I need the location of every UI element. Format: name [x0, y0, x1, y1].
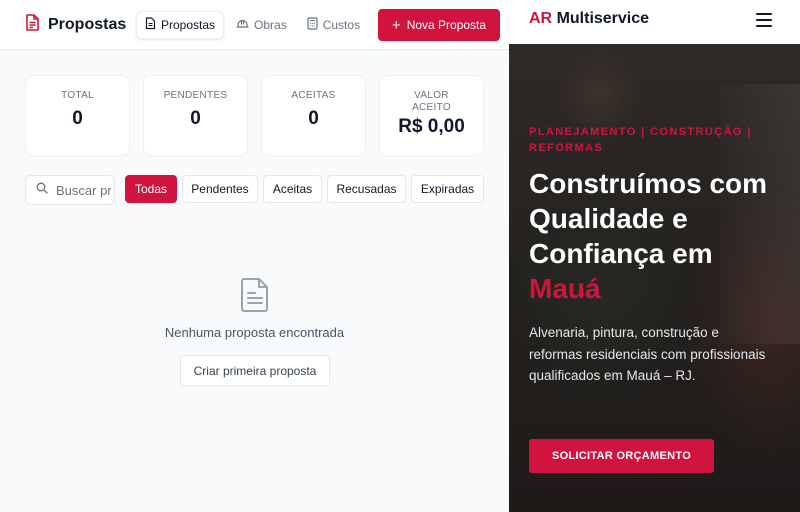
app-brand: Propostas	[25, 14, 126, 36]
menu-icon[interactable]	[756, 13, 772, 27]
empty-document-icon	[239, 277, 271, 318]
empty-state-message: Nenhuma proposta encontrada	[164, 325, 345, 340]
request-quote-button[interactable]: SOLICITAR ORÇAMENTO	[529, 439, 714, 473]
search-box	[25, 175, 115, 205]
calculator-icon	[307, 17, 318, 33]
filter-expiradas[interactable]: Expiradas	[411, 175, 484, 203]
new-proposal-label: Nova Proposta	[406, 18, 487, 32]
stat-value: 0	[308, 108, 319, 129]
tab-label: Propostas	[161, 18, 216, 32]
stat-value: R$ 0,00	[398, 116, 465, 137]
stat-value: 0	[190, 108, 201, 129]
stat-label: PENDENTES	[163, 90, 228, 101]
nav-tabs: Propostas Obras Custos	[136, 11, 368, 39]
tab-custos[interactable]: Custos	[299, 11, 368, 39]
app-topbar: Propostas Propostas Obras Custos + Nova …	[0, 0, 509, 50]
filter-aceitas[interactable]: Aceitas	[263, 175, 322, 203]
filter-pendentes[interactable]: Pendentes	[182, 175, 258, 203]
new-proposal-button[interactable]: + Nova Proposta	[378, 9, 500, 41]
logo-accent: AR	[529, 10, 553, 27]
website-preview: AR Multiservice PLANEJAMENTO | CONSTRUÇÃ…	[509, 0, 800, 512]
stat-card-accepted-value: VALOR ACEITO R$ 0,00	[379, 75, 484, 156]
hero-city: Mauá	[529, 273, 601, 304]
page-title: Propostas	[48, 16, 127, 33]
filter-recusadas[interactable]: Recusadas	[327, 175, 406, 203]
stat-card-pending: PENDENTES 0	[143, 75, 248, 156]
hero-title: Construímos com Qualidade e Confiança em…	[529, 166, 794, 306]
site-logo[interactable]: AR Multiservice	[529, 10, 649, 28]
stat-card-total: TOTAL 0	[25, 75, 130, 156]
stat-label: VALOR ACEITO	[412, 90, 451, 113]
document-icon	[25, 14, 40, 36]
document-icon	[145, 17, 156, 33]
proposals-app: Propostas Propostas Obras Custos + Nova …	[0, 0, 509, 512]
stat-card-accepted: ACEITAS 0	[261, 75, 366, 156]
hero-description: Alvenaria, pintura, construção e reforma…	[529, 325, 766, 383]
logo-text: Multiservice	[556, 10, 650, 27]
plus-icon: +	[391, 16, 401, 34]
site-header: AR Multiservice	[509, 0, 800, 44]
tab-label: Obras	[254, 18, 287, 32]
hero-tagline: PLANEJAMENTO | CONSTRUÇÃO | REFORMAS	[529, 126, 752, 154]
stat-value: 0	[72, 108, 83, 129]
tab-obras[interactable]: Obras	[228, 11, 295, 39]
filter-todas[interactable]: Todas	[125, 175, 177, 203]
helmet-icon	[236, 18, 249, 32]
stat-label: ACEITAS	[291, 90, 336, 101]
search-input[interactable]	[56, 182, 111, 198]
stat-label: TOTAL	[61, 90, 94, 101]
create-first-proposal-button[interactable]: Criar primeira proposta	[180, 355, 330, 386]
tab-label: Custos	[322, 18, 361, 32]
search-icon	[36, 181, 48, 199]
hero-title-text: Construímos com Qualidade e Confiança em	[529, 168, 768, 269]
tab-propostas[interactable]: Propostas	[136, 11, 225, 39]
